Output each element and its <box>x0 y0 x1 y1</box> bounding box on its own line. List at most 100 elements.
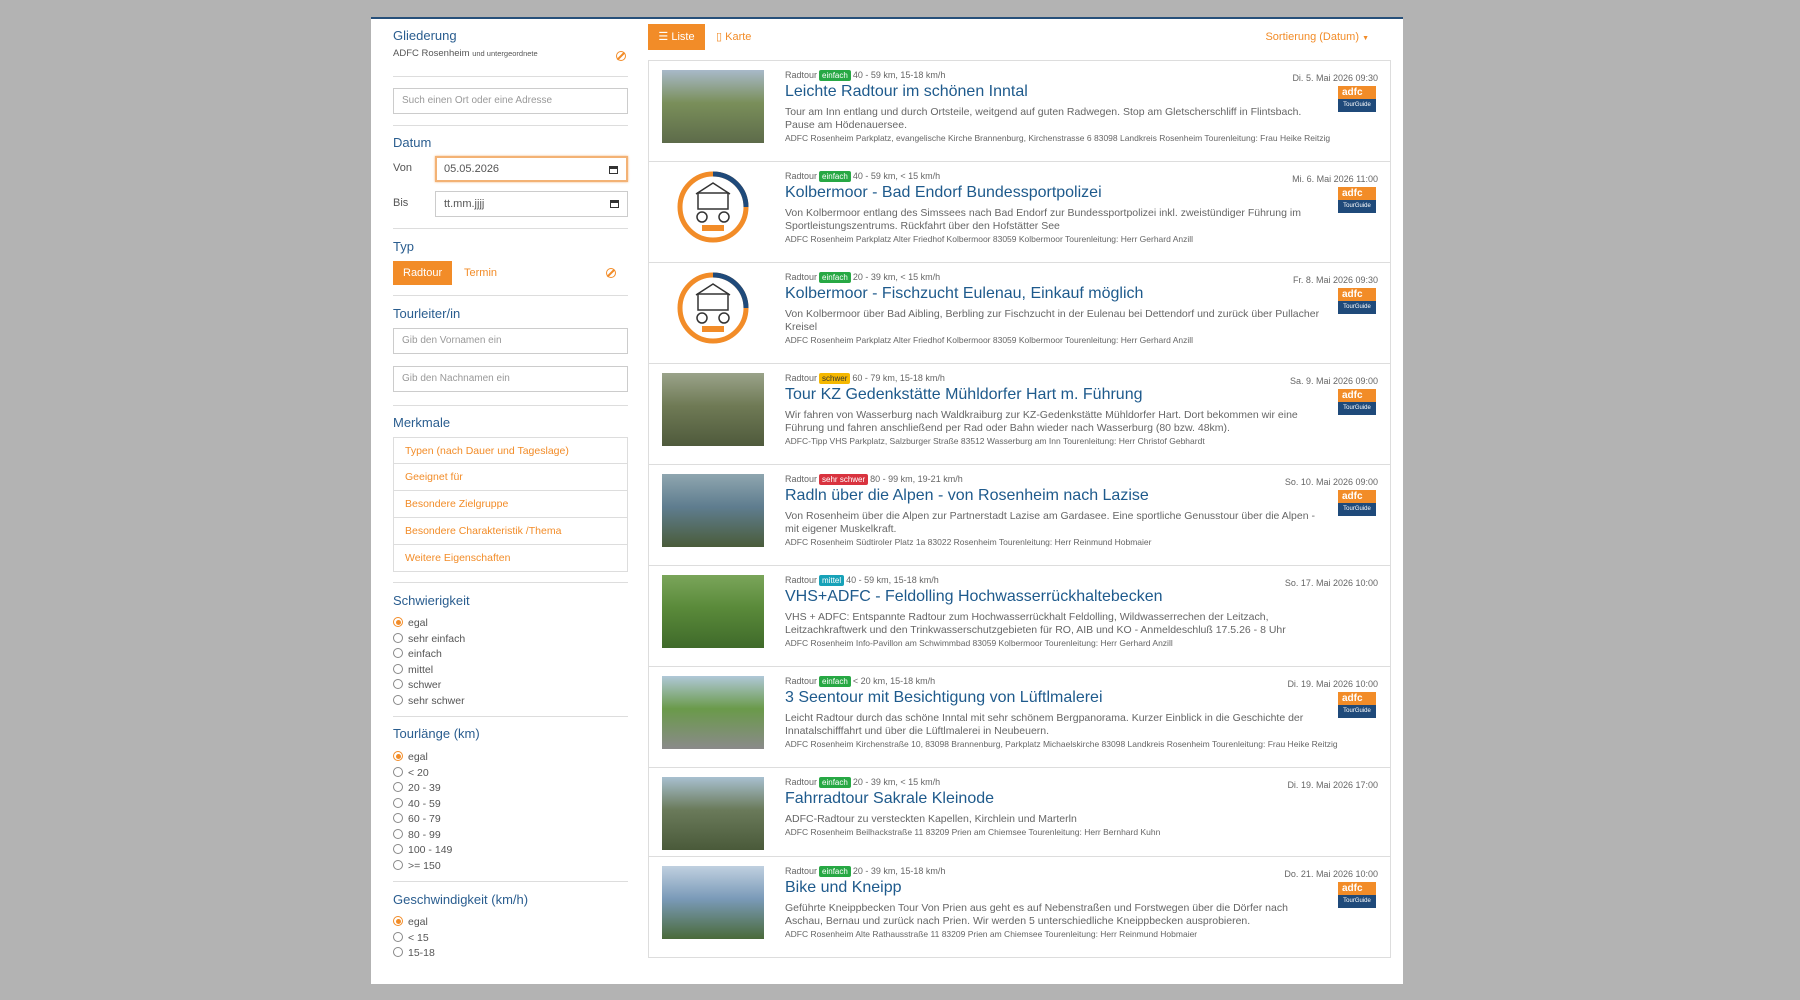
radio-option[interactable]: 20 - 39 <box>393 781 441 796</box>
radio-button[interactable] <box>393 931 403 942</box>
radio-option[interactable]: egal <box>393 616 428 631</box>
tour-title-link[interactable]: Radln über die Alpen - von Rosenheim nac… <box>785 487 1149 505</box>
tour-card[interactable]: Radtour schwer 60 - 79 km, 15-18 km/h Sa. 9… <box>648 363 1391 465</box>
firstname-input[interactable]: Gib den Vornamen ein <box>393 328 628 354</box>
divider <box>393 582 628 583</box>
merkmal-typen[interactable]: Typen (nach Dauer und Tageslage) <box>393 437 628 464</box>
tour-date: Di. 5. Mai 2026 09:30 <box>1292 73 1378 83</box>
radio-option[interactable]: < 20 <box>393 766 429 781</box>
radio-option[interactable]: 40 - 59 <box>393 797 441 812</box>
radio-option[interactable]: >= 150 <box>393 859 441 874</box>
merkmal-eigenschaften[interactable]: Weitere Eigenschaften <box>393 545 628 572</box>
adfc-tourguide-logo: adfc TourGuide <box>1338 882 1376 908</box>
tour-description: Von Kolbermoor über Bad Aibling, Berblin… <box>785 308 1320 333</box>
lastname-input[interactable]: Gib den Nachnamen ein <box>393 366 628 392</box>
tour-photo <box>662 676 764 749</box>
difficulty-badge: sehr schwer <box>819 474 869 485</box>
tour-meta: Radtour mittel 40 - 59 km, 15-18 km/h <box>785 575 939 586</box>
difficulty-badge: einfach <box>819 676 851 687</box>
tour-date: So. 17. Mai 2026 10:00 <box>1284 578 1378 588</box>
radio-option[interactable]: 100 - 149 <box>393 843 452 858</box>
tour-title-link[interactable]: Tour KZ Gedenkstätte Mühldorfer Hart m. … <box>785 386 1142 404</box>
tour-type: Radtour <box>785 474 818 484</box>
radio-button[interactable] <box>393 916 403 926</box>
tour-card[interactable]: Radtour mittel 40 - 59 km, 15-18 km/h So. 1… <box>648 565 1391 667</box>
radio-option[interactable]: sehr einfach <box>393 632 465 647</box>
type-radtour-button[interactable]: Radtour <box>393 261 453 285</box>
tour-description: VHS + ADFC: Entspannte Radtour zum Hochw… <box>785 611 1286 636</box>
tour-title-link[interactable]: Bike und Kneipp <box>785 879 902 897</box>
radio-button[interactable] <box>393 694 403 705</box>
clear-org-icon[interactable] <box>616 51 626 61</box>
radio-button[interactable] <box>393 663 403 674</box>
radio-option[interactable]: egal <box>393 750 428 765</box>
radio-button[interactable] <box>393 828 403 839</box>
clear-type-icon[interactable] <box>606 268 616 278</box>
radio-button[interactable] <box>393 813 403 823</box>
radio-button[interactable] <box>393 797 403 808</box>
calendar-icon[interactable] <box>609 166 618 174</box>
radio-button[interactable] <box>393 679 403 689</box>
sort-dropdown[interactable]: Sortierung (Datum) ▼ <box>1265 24 1369 52</box>
radio-button[interactable] <box>393 751 403 761</box>
radio-button[interactable] <box>393 632 403 643</box>
tour-title-link[interactable]: VHS+ADFC - Feldolling Hochwasserrückhalt… <box>785 588 1163 606</box>
search-input[interactable]: Such einen Ort oder eine Adresse <box>393 88 628 114</box>
adfc-logo-text: adfc <box>1338 882 1376 895</box>
tour-card[interactable]: Radtour einfach 20 - 39 km, < 15 km/h Fr. 8… <box>648 262 1391 364</box>
tour-description: Geführte Kneippbecken Tour Von Prien aus… <box>785 902 1288 927</box>
radio-button[interactable] <box>393 648 403 658</box>
tour-title-link[interactable]: Leichte Radtour im schönen Inntal <box>785 83 1028 101</box>
radio-option[interactable]: < 15 <box>393 931 429 946</box>
radio-button[interactable] <box>393 859 403 870</box>
date-from-label: Von <box>393 162 412 174</box>
tour-date: So. 10. Mai 2026 09:00 <box>1284 477 1378 487</box>
tour-title-link[interactable]: 3 Seentour mit Besichtigung von Lüftlmal… <box>785 689 1103 707</box>
divider <box>393 881 628 882</box>
radio-option[interactable]: schwer <box>393 678 441 693</box>
map-view-button[interactable]: ▯ Karte <box>716 24 751 50</box>
date-from-row: Von 05.05.2026 <box>393 156 628 182</box>
adfc-logo-text: adfc <box>1338 490 1376 503</box>
difficulty-badge: einfach <box>819 866 851 877</box>
radio-option[interactable]: sehr schwer <box>393 694 465 709</box>
tour-card[interactable]: Radtour einfach 20 - 39 km, < 15 km/h Di. 1… <box>648 767 1391 857</box>
tour-meta: Radtour einfach 40 - 59 km, 15-18 km/h <box>785 70 945 81</box>
radio-option[interactable]: egal <box>393 915 428 930</box>
date-to-input[interactable]: tt.mm.jjjj <box>435 191 628 217</box>
radio-button[interactable] <box>393 782 403 792</box>
date-from-input[interactable]: 05.05.2026 <box>435 156 628 182</box>
radio-option[interactable]: 15-18 <box>393 946 435 961</box>
radio-label: < 15 <box>408 931 429 944</box>
calendar-icon[interactable] <box>610 200 619 208</box>
tour-meta: Radtour einfach 40 - 59 km, < 15 km/h <box>785 171 940 182</box>
merkmal-zielgruppe[interactable]: Besondere Zielgruppe <box>393 491 628 518</box>
radio-option[interactable]: 80 - 99 <box>393 828 441 843</box>
difficulty-badge: mittel <box>819 575 845 586</box>
radio-button[interactable] <box>393 844 403 854</box>
tour-title-link[interactable]: Kolbermoor - Bad Endorf Bundessportpoliz… <box>785 184 1102 202</box>
tour-title-link[interactable]: Kolbermoor - Fischzucht Eulenau, Einkauf… <box>785 285 1143 303</box>
tour-location: ADFC Rosenheim Parkplatz Alter Friedhof … <box>785 234 1194 244</box>
radio-option[interactable]: mittel <box>393 663 433 678</box>
radio-button[interactable] <box>393 766 403 777</box>
tour-card[interactable]: Radtour einfach < 20 km, 15-18 km/h Di. 19.… <box>648 666 1391 768</box>
tourguide-logo-text: TourGuide <box>1338 301 1376 314</box>
list-view-button[interactable]: ☰ Liste <box>648 24 705 50</box>
tour-location: ADFC Rosenheim Beilhackstraße 11 83209 P… <box>785 827 1161 837</box>
radio-button[interactable] <box>393 947 403 957</box>
adfc-tourguide-logo: adfc TourGuide <box>1338 187 1376 213</box>
type-termin-button[interactable]: Termin <box>454 261 507 285</box>
merkmal-charakteristik[interactable]: Besondere Charakteristik /Thema <box>393 518 628 545</box>
merkmale-title: Merkmale <box>393 415 451 430</box>
tour-card[interactable]: Radtour sehr schwer 80 - 99 km, 19-21 km/h… <box>648 464 1391 566</box>
merkmal-geeignet[interactable]: Geeignet für <box>393 464 628 491</box>
tour-title-link[interactable]: Fahrradtour Sakrale Kleinode <box>785 790 994 808</box>
radio-option[interactable]: einfach <box>393 647 442 662</box>
tour-card[interactable]: Radtour einfach 40 - 59 km, < 15 km/h Mi. 6… <box>648 161 1391 263</box>
tour-card[interactable]: Radtour einfach 40 - 59 km, 15-18 km/h Di. … <box>648 60 1391 162</box>
list-icon: ☰ <box>658 31 669 43</box>
radio-option[interactable]: 60 - 79 <box>393 812 441 827</box>
tour-card[interactable]: Radtour einfach 20 - 39 km, 15-18 km/h Do. … <box>648 856 1391 958</box>
radio-button[interactable] <box>393 617 403 627</box>
